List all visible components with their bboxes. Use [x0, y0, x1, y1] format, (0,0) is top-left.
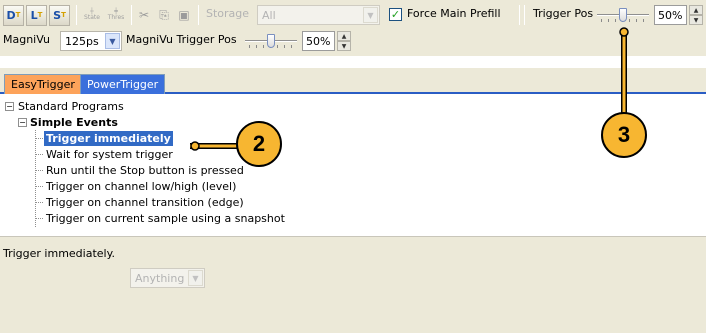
callout-3-anchor — [619, 27, 629, 37]
callout-2-anchor — [190, 141, 200, 151]
callout-2-label: 2 — [252, 131, 266, 156]
callout-2: 2 — [236, 121, 282, 167]
callout-3: 3 — [601, 112, 647, 158]
callout-lines — [190, 27, 629, 151]
callout-3-label: 3 — [617, 122, 631, 147]
